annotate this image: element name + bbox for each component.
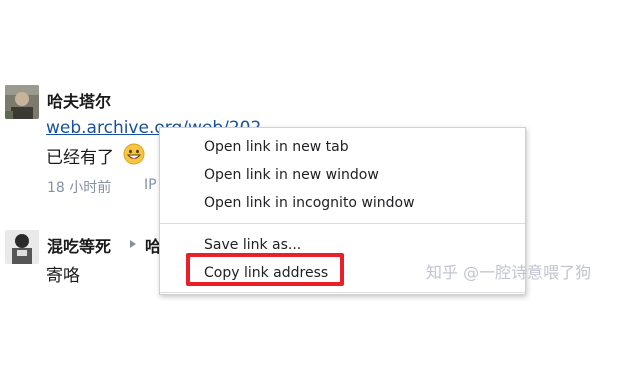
comment-text: 寄咯 bbox=[46, 266, 80, 286]
menu-item-open-incognito[interactable]: Open link in incognito window bbox=[160, 189, 525, 217]
comment-text: 已经有了 bbox=[46, 148, 114, 168]
menu-item-open-new-tab[interactable]: Open link in new tab bbox=[160, 133, 525, 161]
menu-separator bbox=[160, 223, 525, 224]
highlight-annotation bbox=[186, 253, 344, 286]
avatar-image bbox=[5, 85, 39, 119]
reply-to-author[interactable]: 哈 bbox=[145, 233, 159, 257]
avatar[interactable] bbox=[5, 85, 39, 119]
comment-meta-extra: IP bbox=[144, 177, 157, 193]
comment-author[interactable]: 混吃等死 bbox=[47, 233, 111, 257]
avatar[interactable] bbox=[5, 230, 39, 264]
comment-time: 18 小时前 bbox=[47, 180, 112, 196]
avatar-image bbox=[5, 230, 39, 264]
watermark: 知乎 @一腔诗意喂了狗 bbox=[426, 263, 592, 282]
grinning-emoji-icon bbox=[123, 143, 145, 165]
menu-item-open-new-window[interactable]: Open link in new window bbox=[160, 161, 525, 189]
screenshot-stage: 哈夫塔尔 web.archive.org/web/202 已经有了 18 小时前… bbox=[0, 0, 640, 369]
comment-author[interactable]: 哈夫塔尔 bbox=[47, 88, 111, 112]
reply-arrow-icon bbox=[130, 240, 136, 248]
menu-separator bbox=[160, 292, 525, 293]
